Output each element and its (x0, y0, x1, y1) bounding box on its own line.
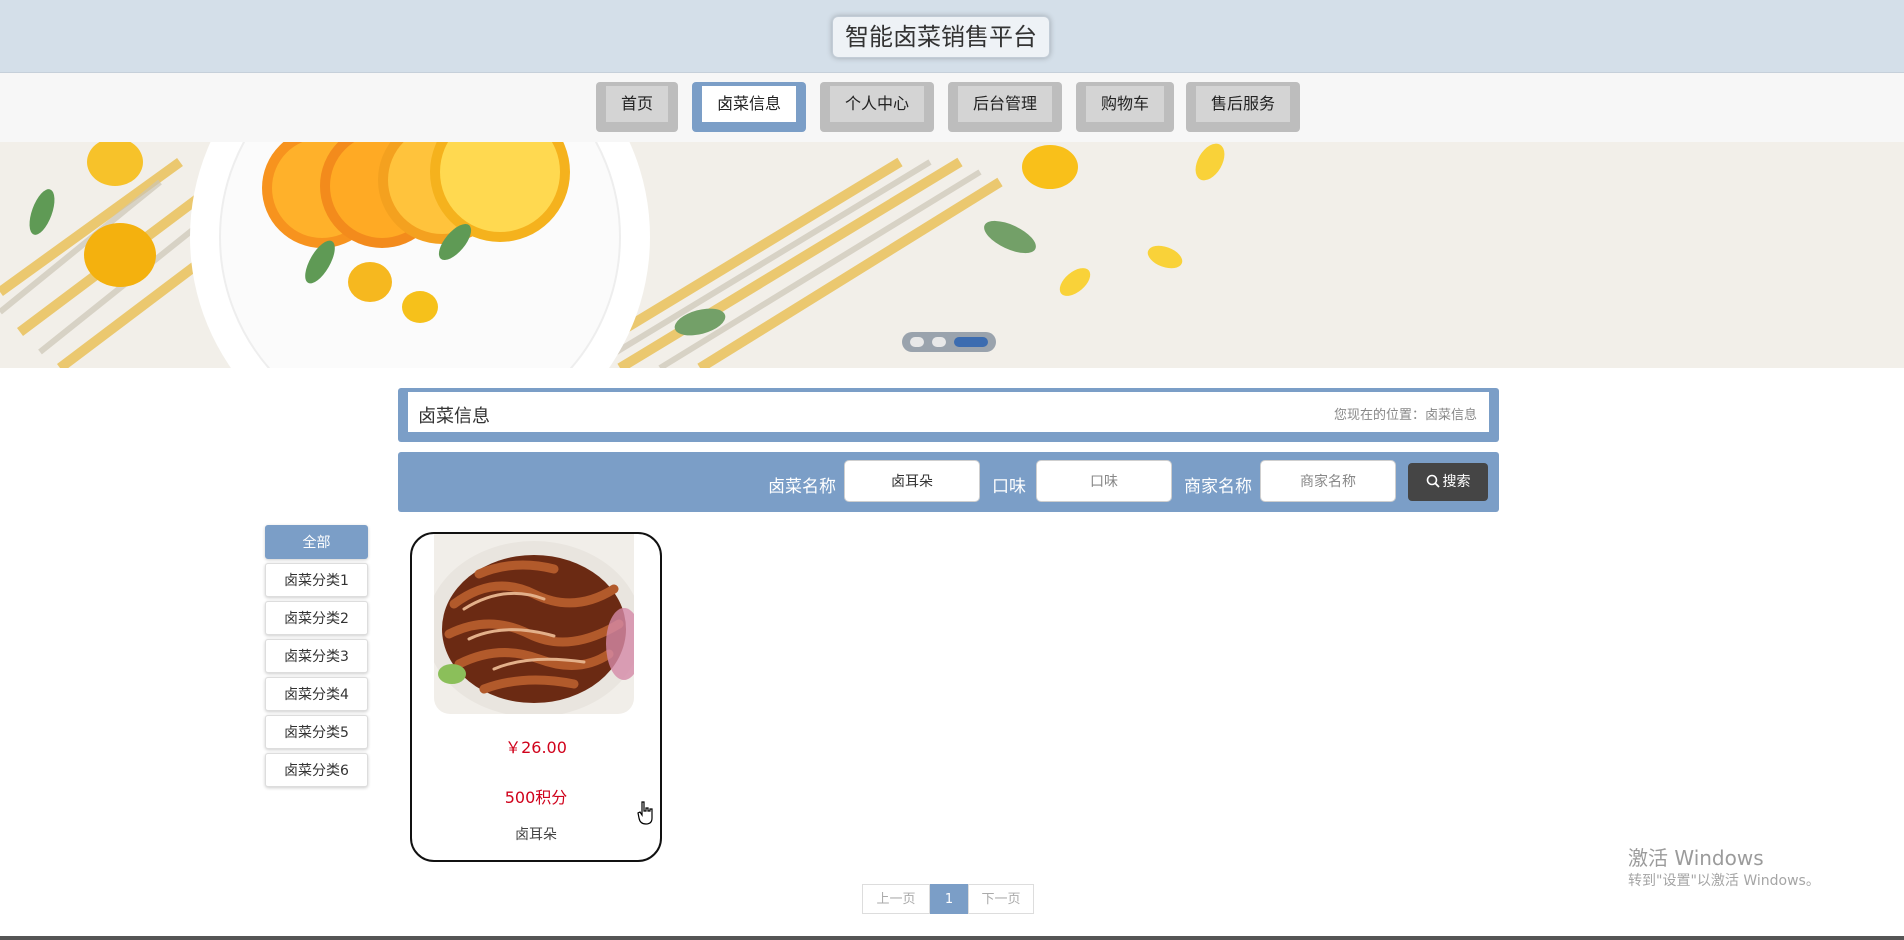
nav-personal-center-label: 个人中心 (830, 86, 924, 122)
product-points: 500积分 (504, 788, 568, 807)
nav-admin[interactable]: 后台管理 (948, 82, 1062, 132)
nav-home-label: 首页 (606, 86, 668, 122)
product-name-input[interactable]: 卤耳朵 (844, 460, 980, 502)
search-button[interactable]: 搜索 (1408, 463, 1488, 501)
merchant-label: 商家名称 (1184, 477, 1252, 497)
category-4[interactable]: 卤菜分类4 (265, 677, 368, 711)
category-6[interactable]: 卤菜分类6 (265, 753, 368, 787)
category-5[interactable]: 卤菜分类5 (265, 715, 368, 749)
bottom-edge (0, 936, 1904, 940)
nav-admin-label: 后台管理 (958, 86, 1052, 122)
product-image[interactable] (434, 534, 634, 714)
search-bar: 卤菜名称 卤耳朵 口味 口味 商家名称 商家名称 搜索 (398, 452, 1499, 512)
windows-activation-subtitle: 转到"设置"以激活 Windows。 (1628, 873, 1820, 889)
category-1[interactable]: 卤菜分类1 (265, 563, 368, 597)
pagination-next[interactable]: 下一页 (968, 884, 1034, 914)
site-title: 智能卤菜销售平台 (832, 16, 1050, 58)
search-icon (1426, 474, 1440, 488)
nav-home[interactable]: 首页 (596, 82, 678, 132)
product-name: 卤耳朵 (515, 827, 557, 843)
merchant-input[interactable]: 商家名称 (1260, 460, 1396, 502)
nav-personal-center[interactable]: 个人中心 (820, 82, 934, 132)
search-button-label: 搜索 (1442, 474, 1471, 490)
product-card[interactable]: ￥26.00 500积分 卤耳朵 (410, 532, 662, 862)
pagination-prev[interactable]: 上一页 (862, 884, 930, 914)
hand-cursor-icon (637, 801, 653, 825)
pagination-page-1[interactable]: 1 (930, 884, 968, 914)
flavor-input[interactable]: 口味 (1036, 460, 1172, 502)
nav-cart[interactable]: 购物车 (1076, 82, 1174, 132)
product-name-label: 卤菜名称 (768, 477, 836, 497)
windows-activation-title: 激活 Windows (1628, 846, 1764, 870)
product-photo (434, 534, 634, 714)
nav-cart-label: 购物车 (1086, 86, 1164, 122)
section-header: 卤菜信息 您现在的位置：卤菜信息 (398, 388, 1499, 442)
carousel-dot-3[interactable] (954, 337, 988, 347)
section-title: 卤菜信息 (418, 406, 490, 427)
category-all[interactable]: 全部 (265, 525, 368, 559)
nav-after-sales[interactable]: 售后服务 (1186, 82, 1300, 132)
carousel-dot-1[interactable] (910, 337, 924, 347)
breadcrumb: 您现在的位置：卤菜信息 (1333, 408, 1477, 423)
product-price: ￥26.00 (505, 738, 567, 757)
nav-after-sales-label: 售后服务 (1196, 86, 1290, 122)
nav-product-info-label: 卤菜信息 (702, 86, 796, 122)
carousel-dot-2[interactable] (932, 337, 946, 347)
carousel-indicators (902, 332, 996, 352)
section-header-inner: 卤菜信息 您现在的位置：卤菜信息 (408, 392, 1489, 432)
category-3[interactable]: 卤菜分类3 (265, 639, 368, 673)
nav-product-info[interactable]: 卤菜信息 (692, 82, 806, 132)
category-2[interactable]: 卤菜分类2 (265, 601, 368, 635)
flavor-label: 口味 (992, 477, 1026, 497)
